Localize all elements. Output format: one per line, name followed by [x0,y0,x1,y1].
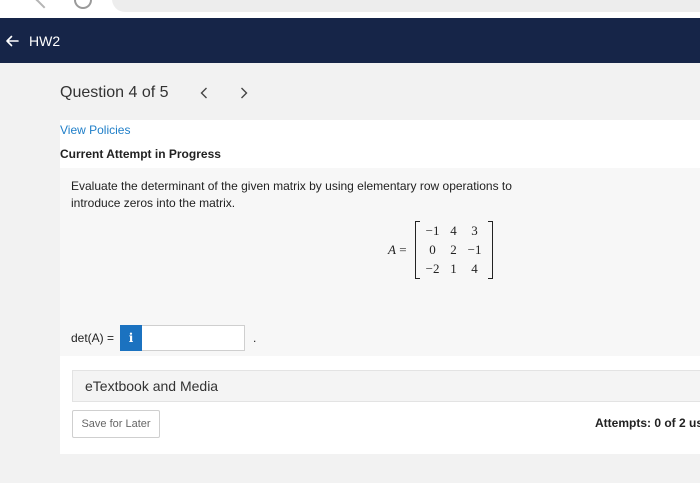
matrix-display: A = −1 4 3 0 2 −1 −2 1 4 [388,221,493,279]
matrix-cell: 2 [450,242,457,257]
matrix-cell: 0 [429,242,436,257]
etextbook-media-toggle[interactable]: eTextbook and Media [72,370,700,402]
determinant-label: det(A) = [71,331,115,345]
chevron-left-icon[interactable] [197,83,211,103]
question-box: Evaluate the determinant of the given ma… [60,168,700,356]
save-for-later-button[interactable]: Save for Later [72,410,160,438]
chevron-right-icon[interactable] [237,83,251,103]
matrix-cell: 4 [450,223,457,238]
attempt-status: Current Attempt in Progress [60,147,221,161]
matrix-cell: 4 [471,261,478,276]
matrix-cell: 3 [471,223,478,238]
assignment-title[interactable]: HW2 [29,33,60,49]
matrix-name: A [388,242,396,257]
matrix-bracket-right [487,221,493,279]
question-header: Question 4 of 5 [60,83,251,103]
answer-period: . [253,331,257,345]
answer-row: det(A) = i . [71,325,256,351]
question-panel: View Policies Current Attempt in Progres… [60,120,700,454]
equals-sign: = [399,242,407,257]
view-policies-link[interactable]: View Policies [60,123,130,137]
reload-icon[interactable] [74,0,92,9]
browser-back-icon[interactable] [35,0,53,9]
matrix-cell: 1 [450,261,457,276]
matrix-lhs: A = [388,242,407,258]
browser-chrome [0,0,700,18]
matrix-cell: −1 [425,223,440,238]
matrix-grid: −1 4 3 0 2 −1 −2 1 4 [420,222,488,279]
info-icon[interactable]: i [120,325,143,351]
question-counter: Question 4 of 5 [60,84,169,101]
question-text: Evaluate the determinant of the given ma… [71,179,512,210]
attempts-counter: Attempts: 0 of 2 used [595,416,700,430]
address-bar[interactable] [112,0,700,12]
arrow-left-icon[interactable] [5,34,19,48]
determinant-input[interactable] [142,325,246,351]
matrix-cell: −2 [425,261,440,276]
matrix-cell: −1 [467,242,482,257]
top-bar: HW2 [0,18,700,63]
